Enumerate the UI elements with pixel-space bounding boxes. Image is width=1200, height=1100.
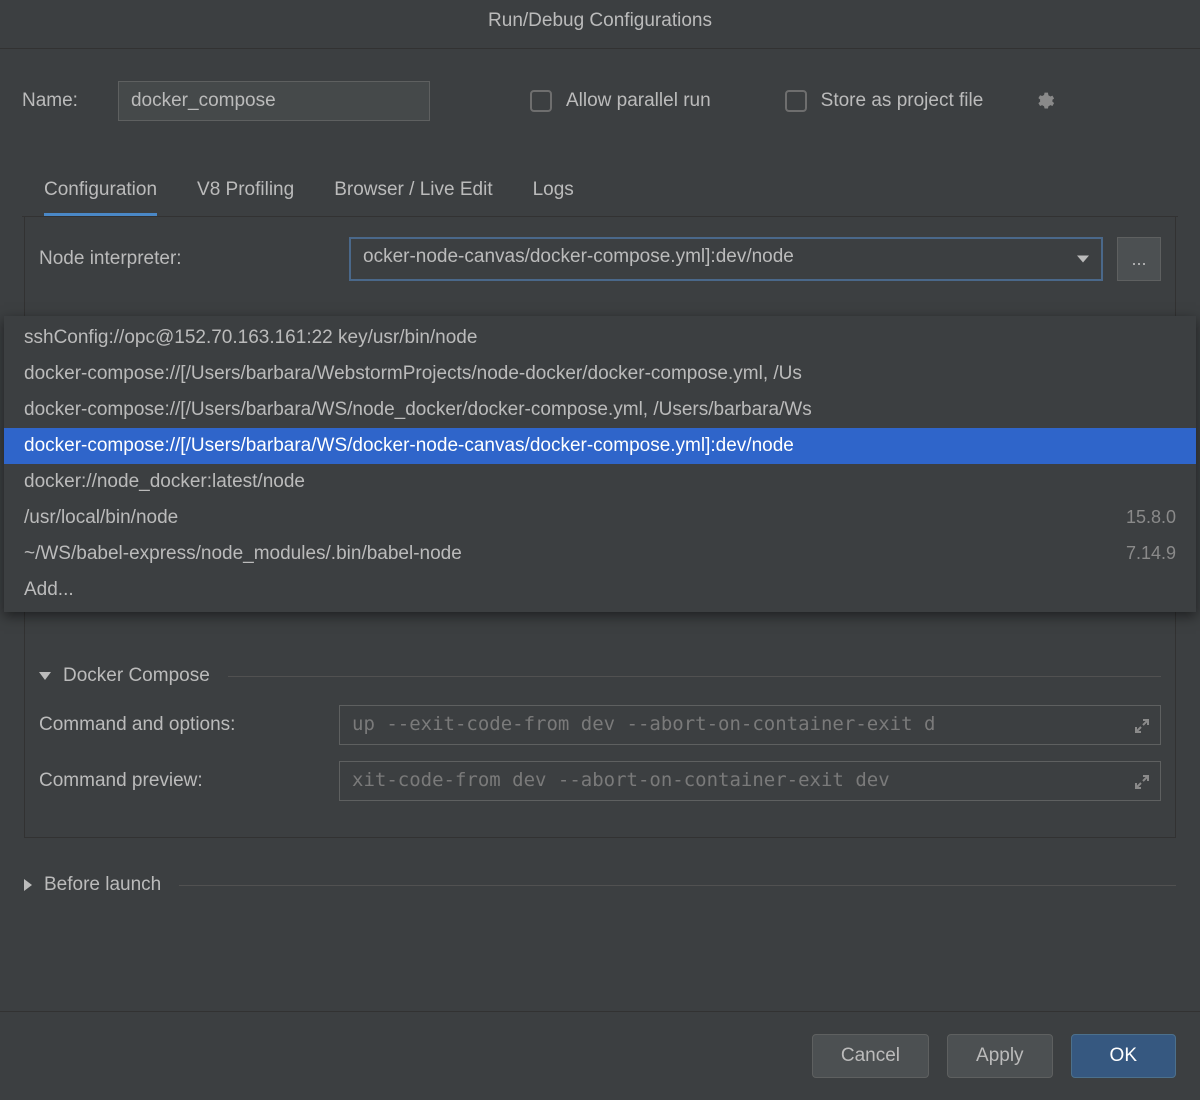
expand-icon[interactable] bbox=[1134, 773, 1150, 789]
command-options-label: Command and options: bbox=[39, 714, 339, 736]
dropdown-item-label: docker-compose://[/Users/barbara/Webstor… bbox=[24, 363, 802, 385]
chevron-down-icon bbox=[39, 672, 51, 680]
tab-configuration[interactable]: Configuration bbox=[44, 169, 157, 216]
node-interpreter-label: Node interpreter: bbox=[39, 248, 349, 270]
node-interpreter-combo[interactable]: ocker-node-canvas/docker-compose.yml]:de… bbox=[349, 237, 1103, 281]
dropdown-item[interactable]: docker://node_docker:latest/node bbox=[4, 464, 1196, 500]
gear-icon[interactable] bbox=[1035, 91, 1055, 111]
dropdown-item[interactable]: ~/WS/babel-express/node_modules/.bin/bab… bbox=[4, 536, 1196, 572]
allow-parallel-label: Allow parallel run bbox=[566, 90, 711, 112]
dropdown-item-label: Add... bbox=[24, 579, 74, 601]
store-project-file-checkbox[interactable] bbox=[785, 90, 807, 112]
cancel-button[interactable]: Cancel bbox=[812, 1034, 929, 1078]
dropdown-item[interactable]: sshConfig://opc@152.70.163.161:22 key/us… bbox=[4, 320, 1196, 356]
dropdown-item-version: 7.14.9 bbox=[1126, 543, 1176, 565]
chevron-right-icon bbox=[24, 879, 32, 891]
section-line bbox=[179, 885, 1176, 886]
tab-logs[interactable]: Logs bbox=[533, 169, 574, 216]
interpreter-dropdown: sshConfig://opc@152.70.163.161:22 key/us… bbox=[4, 316, 1196, 612]
section-line bbox=[228, 676, 1161, 677]
dropdown-item-label: docker-compose://[/Users/barbara/WS/dock… bbox=[24, 435, 794, 457]
command-options-input[interactable]: up --exit-code-from dev --abort-on-conta… bbox=[339, 705, 1161, 745]
chevron-down-icon bbox=[1077, 256, 1089, 263]
name-label: Name: bbox=[22, 90, 78, 112]
command-options-value: up --exit-code-from dev --abort-on-conta… bbox=[352, 713, 935, 735]
tab-browser-live-edit[interactable]: Browser / Live Edit bbox=[334, 169, 492, 216]
node-interpreter-value: ocker-node-canvas/docker-compose.yml]:de… bbox=[363, 246, 794, 267]
tab-v8-profiling[interactable]: V8 Profiling bbox=[197, 169, 294, 216]
dropdown-item[interactable]: Add... bbox=[4, 572, 1196, 608]
before-launch-section-header[interactable]: Before launch bbox=[24, 874, 1176, 896]
dropdown-item-version: 15.8.0 bbox=[1126, 507, 1176, 529]
docker-compose-section-header[interactable]: Docker Compose bbox=[39, 665, 1161, 687]
dropdown-item-label: docker-compose://[/Users/barbara/WS/node… bbox=[24, 399, 812, 421]
allow-parallel-checkbox[interactable] bbox=[530, 90, 552, 112]
command-preview-input[interactable]: xit-code-from dev --abort-on-container-e… bbox=[339, 761, 1161, 801]
name-input[interactable] bbox=[118, 81, 430, 121]
dropdown-item-label: /usr/local/bin/node bbox=[24, 507, 178, 529]
dropdown-item-label: docker://node_docker:latest/node bbox=[24, 471, 305, 493]
expand-icon[interactable] bbox=[1134, 717, 1150, 733]
before-launch-title: Before launch bbox=[44, 874, 161, 896]
dropdown-item[interactable]: /usr/local/bin/node 15.8.0 bbox=[4, 500, 1196, 536]
dropdown-item[interactable]: docker-compose://[/Users/barbara/WS/dock… bbox=[4, 428, 1196, 464]
dropdown-item-label: sshConfig://opc@152.70.163.161:22 key/us… bbox=[24, 327, 477, 349]
browse-button[interactable]: ... bbox=[1117, 237, 1161, 281]
command-preview-value: xit-code-from dev --abort-on-container-e… bbox=[352, 769, 890, 791]
docker-compose-title: Docker Compose bbox=[63, 665, 210, 687]
dropdown-item[interactable]: docker-compose://[/Users/barbara/WS/node… bbox=[4, 392, 1196, 428]
ok-button[interactable]: OK bbox=[1071, 1034, 1176, 1078]
store-project-file-label: Store as project file bbox=[821, 90, 984, 112]
command-preview-label: Command preview: bbox=[39, 770, 339, 792]
dropdown-item[interactable]: docker-compose://[/Users/barbara/Webstor… bbox=[4, 356, 1196, 392]
apply-button[interactable]: Apply bbox=[947, 1034, 1053, 1078]
dialog-title: Run/Debug Configurations bbox=[0, 0, 1200, 49]
dropdown-item-label: ~/WS/babel-express/node_modules/.bin/bab… bbox=[24, 543, 462, 565]
